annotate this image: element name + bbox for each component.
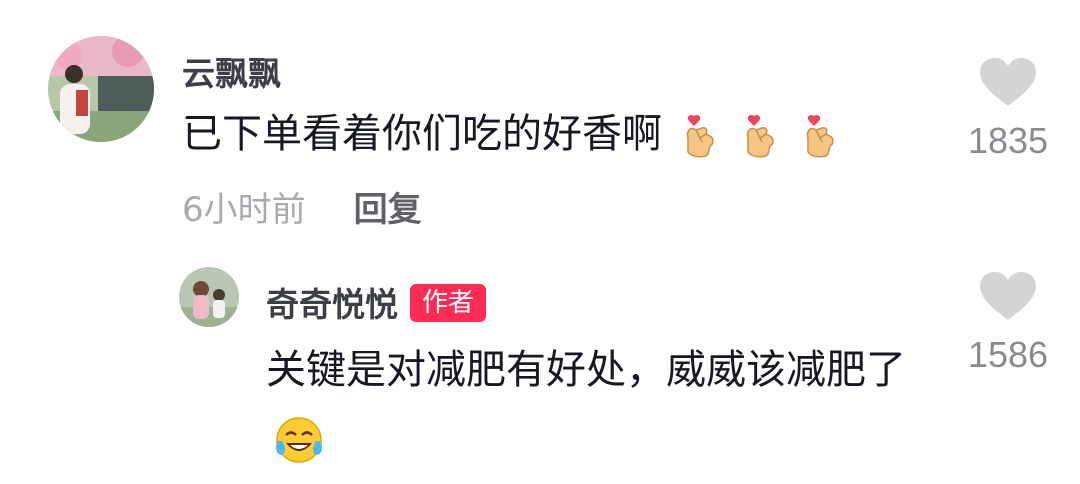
reply-button[interactable]: 回复 [354, 190, 422, 230]
comment-item: 云飘飘 已下单看着你们吃的好香啊 6小时前 回复 1835 [0, 0, 1080, 240]
finger-heart-emoji [738, 114, 782, 158]
comment-body: 已下单看着你们吃的好香啊 [182, 111, 662, 157]
comment-time: 6小时前 [182, 190, 306, 230]
heart-icon[interactable] [980, 272, 1036, 322]
reply-like-count: 1586 [967, 334, 1049, 375]
reply-like-control: 1586 [953, 272, 1063, 376]
tears-of-joy-emoji [274, 415, 324, 465]
reply-username: 奇奇悦悦 作者 [266, 278, 487, 326]
comment-meta: 6小时前 回复 [182, 182, 422, 231]
finger-heart-emoji [678, 114, 722, 158]
author-badge: 作者 [410, 283, 487, 322]
reply-body: 关键是对减肥有好处，威威该减肥了 [266, 347, 906, 393]
author-avatar[interactable] [179, 267, 239, 327]
user-avatar[interactable] [48, 36, 154, 142]
reply-text: 关键是对减肥有好处，威威该减肥了 [266, 336, 956, 472]
author-name[interactable]: 奇奇悦悦 [266, 285, 398, 324]
comment-text: 已下单看着你们吃的好香啊 [182, 100, 842, 168]
like-control: 1835 [953, 58, 1063, 162]
comment-username[interactable]: 云飘飘 [182, 47, 281, 95]
finger-heart-emoji [798, 114, 842, 158]
like-count: 1835 [967, 120, 1049, 161]
heart-icon[interactable] [980, 58, 1036, 108]
